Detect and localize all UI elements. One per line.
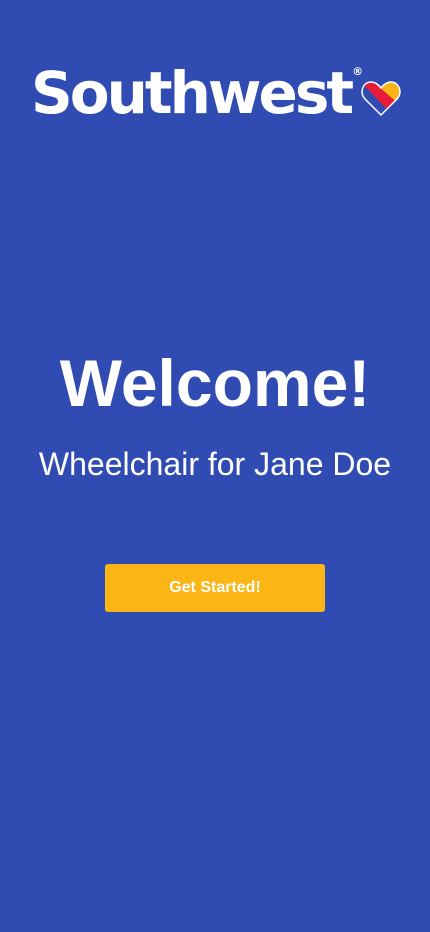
logo-wordmark: Southwest — [31, 59, 354, 127]
get-started-button[interactable]: Get Started! — [105, 564, 325, 612]
welcome-heading: Welcome! — [59, 346, 371, 420]
wheelchair-subtitle: Wheelchair for Jane Doe — [38, 446, 392, 482]
app-header: Southwest ® — [0, 0, 430, 190]
heart-icon — [361, 81, 401, 117]
registered-mark: ® — [352, 65, 364, 78]
southwest-logo: Southwest ® — [31, 58, 401, 128]
